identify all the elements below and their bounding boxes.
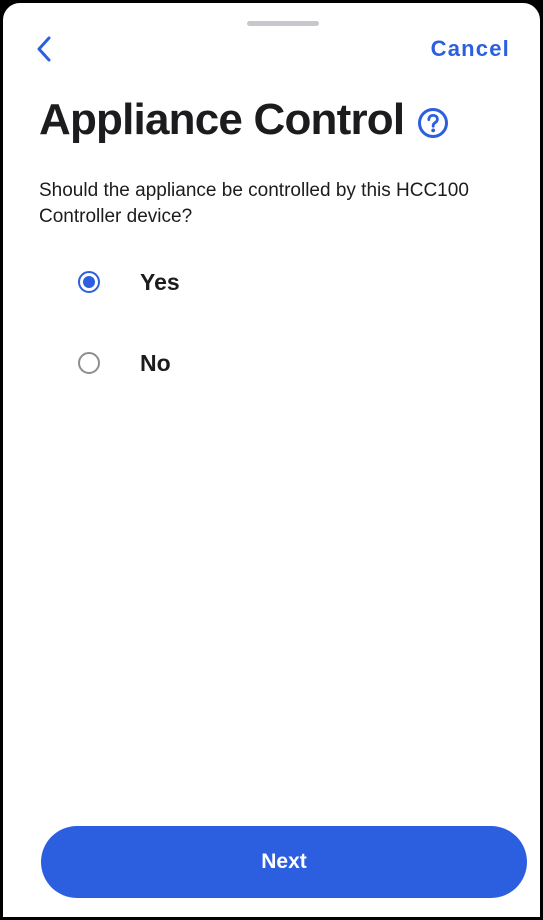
page-title: Appliance Control — [39, 95, 405, 144]
cancel-button[interactable]: Cancel — [431, 33, 510, 65]
option-label-yes: Yes — [140, 268, 180, 295]
modal-sheet: Cancel Appliance Control Should the appl… — [0, 0, 543, 920]
help-button[interactable] — [416, 106, 450, 140]
title-row: Appliance Control — [39, 95, 450, 145]
sheet-grabber-handle[interactable] — [247, 21, 319, 26]
option-yes[interactable]: Yes — [78, 261, 180, 303]
question-circle-icon — [418, 108, 449, 138]
option-no[interactable]: No — [78, 342, 180, 384]
question-text: Should the appliance be controlled by th… — [39, 180, 469, 227]
next-button[interactable]: Next — [41, 826, 527, 898]
radio-yes[interactable] — [78, 271, 100, 293]
radio-group: Yes No — [78, 261, 180, 423]
chevron-left-icon — [37, 36, 51, 62]
back-button[interactable] — [29, 33, 59, 65]
radio-no[interactable] — [78, 352, 100, 374]
option-label-no: No — [140, 349, 171, 376]
